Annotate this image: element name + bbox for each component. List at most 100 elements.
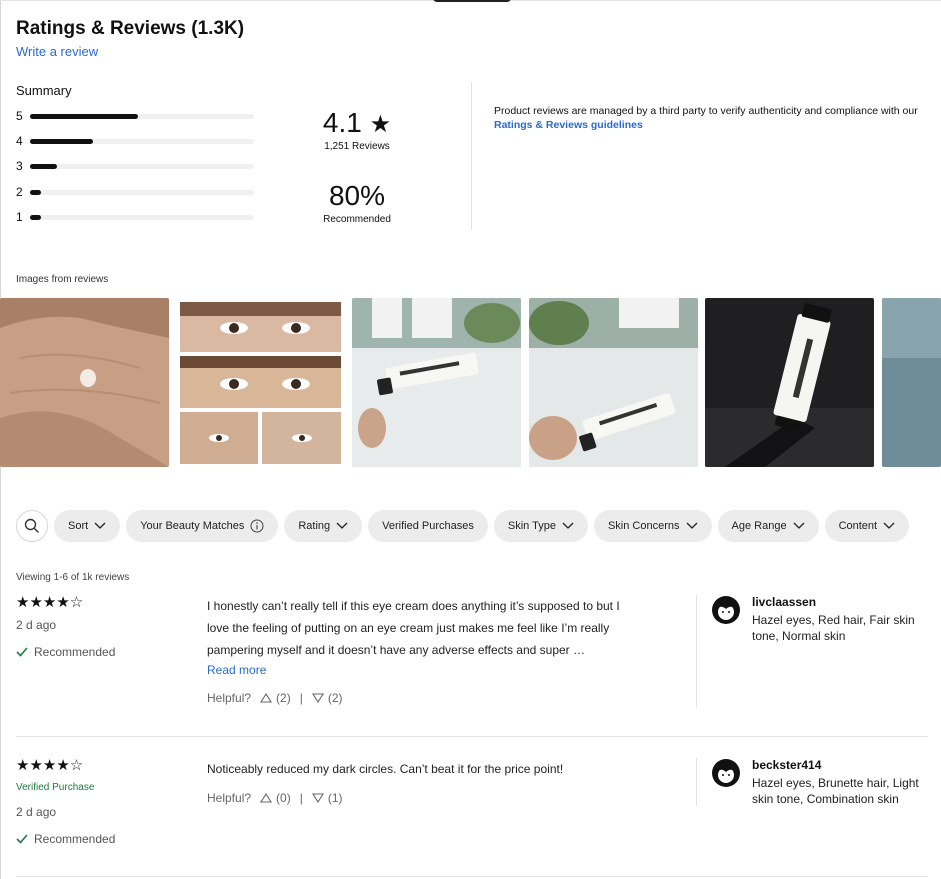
write-review-link[interactable]: Write a review (16, 44, 98, 59)
average-rating: 4.1 ★ 1,251 Reviews (300, 107, 414, 152)
rating-bar-track (30, 214, 254, 220)
helpful-votes: Helpful? (2) | (2) (207, 691, 343, 705)
recommended-label: Recommended (323, 214, 391, 225)
user-avatar-icon (712, 759, 740, 787)
chip-label: Age Range (731, 520, 787, 532)
summary-divider (471, 82, 472, 230)
helpful-label: Helpful? (207, 791, 252, 805)
average-value: 4.1 (322, 107, 362, 138)
vote-divider: | (299, 691, 303, 705)
review-stars: ★★★★☆ (16, 757, 84, 774)
user-avatar-icon (712, 596, 740, 624)
recommended-summary: 80% Recommended (300, 180, 414, 225)
chip-label: Skin Concerns (607, 520, 680, 532)
reviewer-name[interactable]: livclaassen (752, 595, 816, 609)
checkmark-icon (16, 834, 28, 844)
rating-bar-track (30, 138, 254, 144)
thumb-down-triangle-icon (311, 693, 324, 703)
chevron-down-icon (562, 522, 574, 529)
rating-chip[interactable]: Rating (284, 510, 363, 542)
notice-text: Product reviews are managed by a third p… (494, 105, 918, 117)
reviews-notice: Product reviews are managed by a third p… (494, 104, 924, 132)
review-image-partial[interactable] (882, 298, 941, 467)
review-body: I honestly can’t really tell if this eye… (207, 599, 620, 657)
chevron-down-icon (883, 522, 895, 529)
chip-label: Verified Purchases (382, 520, 474, 532)
rating-bar-label: 4 (16, 134, 23, 148)
read-more-link[interactable]: Read more (207, 663, 266, 677)
sort-chip[interactable]: Sort (54, 510, 121, 542)
upvote-button[interactable]: (0) (260, 791, 291, 805)
helpful-label: Helpful? (207, 691, 252, 705)
rating-bar-track (30, 189, 254, 195)
chip-label: Content (838, 520, 878, 532)
review-divider (696, 758, 697, 806)
rating-bar-3[interactable]: 3 (16, 159, 256, 173)
search-icon (24, 518, 39, 533)
review-age: 2 d ago (16, 618, 57, 632)
viewing-count: Viewing 1-6 of 1k reviews (16, 572, 130, 583)
summary-label: Summary (16, 83, 72, 98)
thumb-down-triangle-icon (311, 793, 324, 803)
chip-label: Your Beauty Matches (140, 520, 245, 532)
review-images-strip[interactable] (0, 298, 941, 467)
checkmark-icon (16, 647, 28, 657)
rating-bar-fill (30, 138, 93, 144)
rating-bar-1[interactable]: 1 (16, 210, 256, 224)
review-image-eye-collage[interactable] (176, 298, 345, 467)
beauty-matches-chip[interactable]: Your Beauty Matches (126, 510, 279, 542)
review-image-tube-table[interactable] (352, 298, 521, 467)
verified-purchases-chip[interactable]: Verified Purchases (368, 510, 488, 542)
content-chip[interactable]: Content (824, 510, 910, 542)
rating-bar-label: 1 (16, 210, 23, 224)
rating-bar-track (30, 113, 254, 119)
skin-type-chip[interactable]: Skin Type (493, 510, 588, 542)
chevron-down-icon (336, 522, 348, 529)
reviewer-name[interactable]: beckster414 (752, 758, 821, 772)
review-separator (16, 876, 928, 877)
downvote-button[interactable]: (2) (311, 691, 343, 705)
rating-bar-fill (30, 113, 138, 119)
review-filters: Sort Your Beauty Matches Rating Verified… (16, 510, 910, 542)
upvote-count: (0) (276, 791, 291, 805)
recommended-percent: 80% (328, 180, 386, 211)
rating-bar-label: 2 (16, 185, 23, 199)
review-image-tube-hand[interactable] (529, 298, 698, 467)
chevron-down-icon (686, 522, 697, 529)
reviewer-traits: Hazel eyes, Brunette hair, Light skin to… (752, 776, 919, 806)
downvote-button[interactable]: (1) (311, 791, 343, 805)
rating-bar-fill (30, 214, 42, 220)
review-separator (16, 736, 928, 737)
chip-label: Rating (298, 520, 331, 532)
vote-divider: | (299, 791, 303, 805)
review-image-tube-dark[interactable] (705, 298, 874, 467)
upvote-button[interactable]: (2) (260, 691, 291, 705)
images-label: Images from reviews (16, 274, 109, 285)
page-title: Ratings & Reviews (1.3K) (16, 18, 245, 39)
recommended-text: Recommended (34, 645, 116, 659)
rating-bar-fill (30, 189, 42, 195)
reviewer-traits: Hazel eyes, Red hair, Fair skin tone, No… (752, 613, 915, 643)
age-range-chip[interactable]: Age Range (717, 510, 819, 542)
reviews-count: 1,251 Reviews (324, 141, 390, 152)
chip-label: Skin Type (507, 520, 556, 532)
star-icon: ★ (369, 111, 392, 138)
chip-label: Sort (68, 520, 89, 532)
review-stars: ★★★★☆ (16, 594, 84, 611)
recommended-tag: Recommended (16, 645, 115, 659)
rating-bar-4[interactable]: 4 (16, 134, 256, 148)
rating-bar-2[interactable]: 2 (16, 185, 256, 199)
guidelines-link[interactable]: Ratings & Reviews guidelines (494, 119, 643, 131)
rating-bar-5[interactable]: 5 (16, 109, 256, 123)
recommended-tag: Recommended (16, 832, 115, 846)
skin-concerns-chip[interactable]: Skin Concerns (593, 510, 712, 542)
rating-bar-fill (30, 163, 57, 169)
info-icon (250, 519, 264, 533)
review-body: Noticeably reduced my dark circles. Can’… (207, 762, 564, 776)
downvote-count: (1) (327, 791, 343, 805)
chevron-down-icon (94, 522, 106, 529)
review-image-hand-swatch[interactable] (0, 298, 169, 467)
search-reviews-button[interactable] (16, 510, 48, 542)
review-divider (696, 595, 697, 707)
thumb-up-triangle-icon (260, 693, 273, 703)
